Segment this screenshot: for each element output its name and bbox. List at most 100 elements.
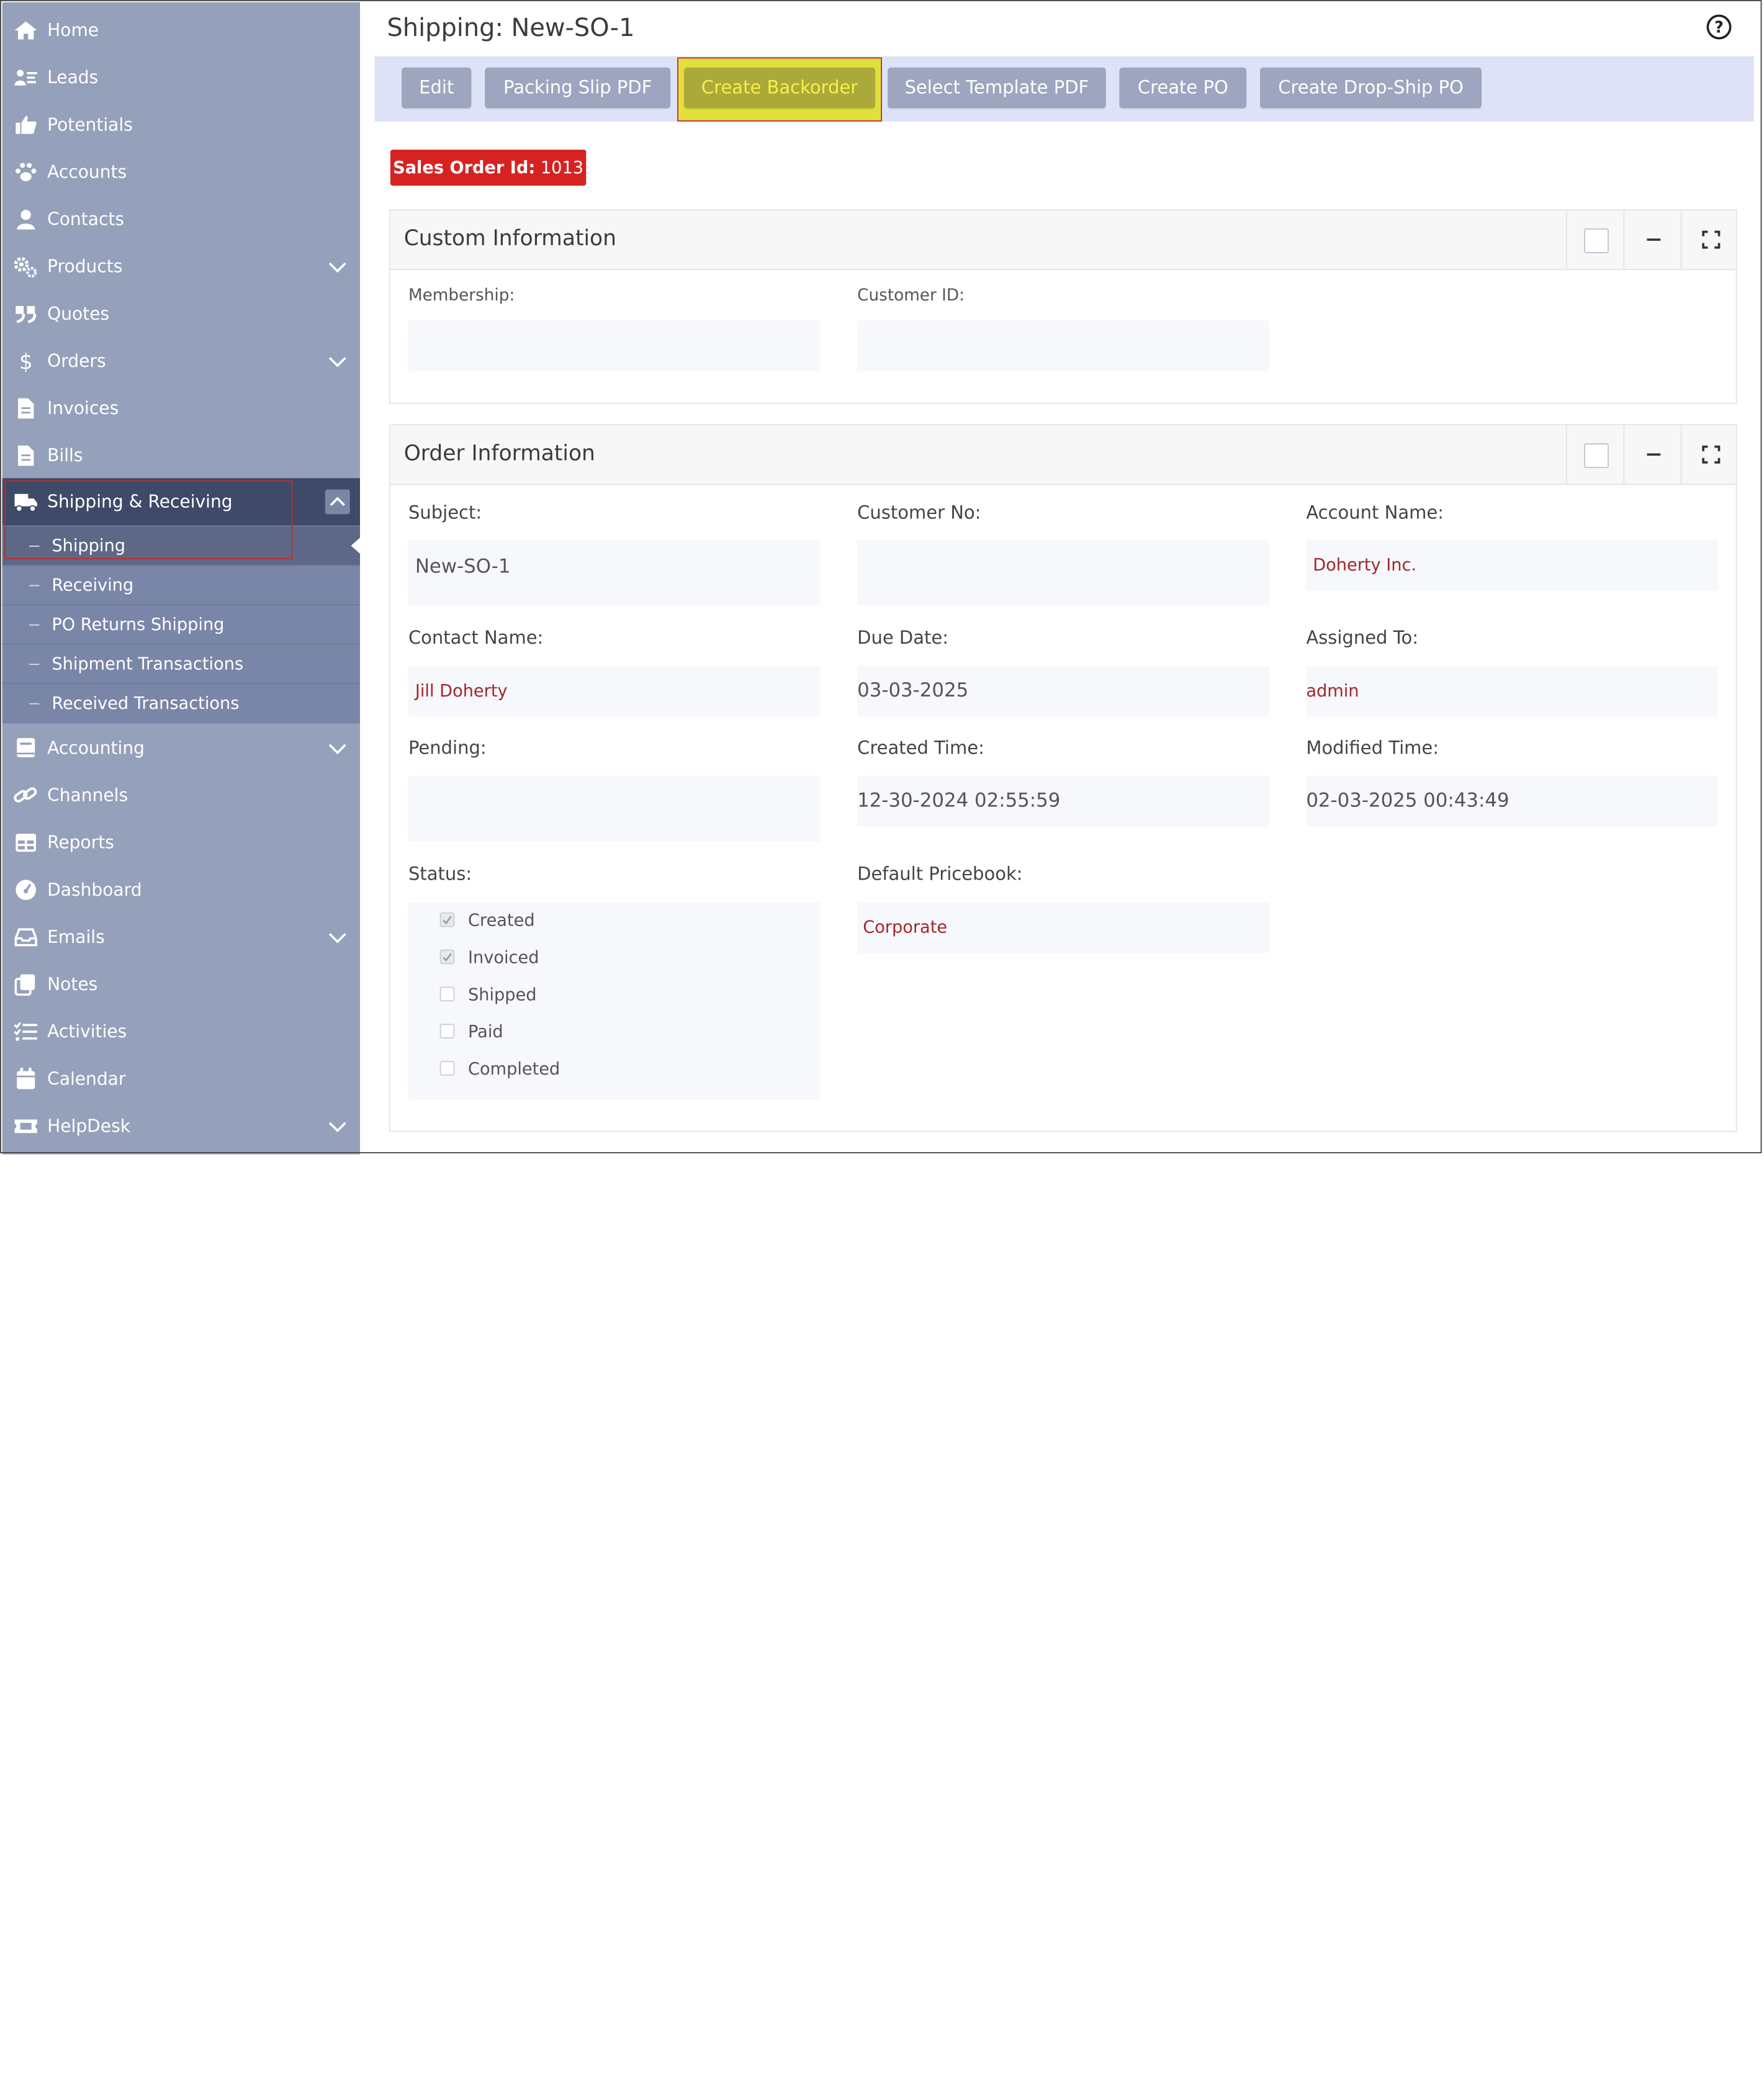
sidebar-item-quotes[interactable]: Quotes bbox=[2, 291, 360, 338]
sidebar-item-invoices[interactable]: Invoices bbox=[2, 385, 360, 432]
calendar-icon bbox=[14, 1068, 38, 1090]
sidebar-item-reports[interactable]: Reports bbox=[2, 819, 360, 867]
badge-label: Sales Order Id: bbox=[393, 157, 536, 178]
customer-no-field[interactable] bbox=[857, 540, 1269, 606]
default-pricebook-link[interactable]: Corporate bbox=[863, 903, 947, 953]
chevron-down-icon[interactable] bbox=[327, 353, 348, 369]
default-pricebook-field[interactable]: Corporate bbox=[857, 902, 1269, 953]
panel-header: Custom Information bbox=[390, 210, 1736, 270]
sidebar-item-activities[interactable]: Activities bbox=[2, 1008, 360, 1055]
create-po-button[interactable]: Create PO bbox=[1119, 67, 1247, 108]
sidebar-item-label: Emails bbox=[47, 927, 105, 948]
modified-time-label: Modified Time: bbox=[1306, 737, 1439, 759]
chevron-up-icon[interactable] bbox=[325, 489, 350, 515]
panel-expand-button[interactable] bbox=[1680, 425, 1739, 484]
divider bbox=[29, 703, 40, 705]
sidebar-item-orders[interactable]: $ Orders bbox=[2, 338, 360, 385]
badge-value: 1013 bbox=[540, 157, 584, 178]
sidebar-item-potentials[interactable]: Potentials bbox=[2, 101, 360, 148]
checkbox[interactable] bbox=[439, 912, 455, 927]
help-circle-icon[interactable]: ? bbox=[1706, 14, 1733, 41]
sidebar-item-home[interactable]: Home bbox=[2, 7, 360, 54]
panel-expand-button[interactable] bbox=[1680, 210, 1739, 269]
sidebar-item-emails[interactable]: Emails bbox=[2, 914, 360, 961]
submenu-item-shipping[interactable]: Shipping bbox=[2, 525, 360, 566]
sidebar-item-contacts[interactable]: Contacts bbox=[2, 196, 360, 243]
custom-information-panel: Custom Information Membership: Customer … bbox=[389, 209, 1737, 404]
page-title: Shipping: New-SO-1 bbox=[387, 14, 635, 43]
thumbs-up-icon bbox=[14, 114, 38, 136]
panel-minimize-button[interactable] bbox=[1623, 425, 1681, 484]
contact-name-field[interactable]: Jill Doherty bbox=[408, 666, 821, 717]
paw-icon bbox=[14, 161, 38, 183]
account-name-link[interactable]: Doherty Inc. bbox=[1313, 540, 1416, 591]
customer-no-label: Customer No: bbox=[857, 502, 981, 523]
checkbox[interactable] bbox=[439, 986, 455, 1002]
sidebar-item-products[interactable]: Products bbox=[2, 243, 360, 291]
sidebar-item-shipping-receiving[interactable]: Shipping & Receiving bbox=[2, 478, 360, 526]
checklist-icon bbox=[14, 1020, 38, 1043]
sidebar-item-accounting[interactable]: Accounting bbox=[2, 724, 360, 772]
sidebar-item-channels[interactable]: Channels bbox=[2, 772, 360, 819]
quote-icon bbox=[14, 303, 38, 325]
modified-time-field: 02-03-2025 00:43:49 bbox=[1306, 776, 1718, 827]
due-date-label: Due Date: bbox=[857, 626, 948, 648]
sidebar-item-label: Products bbox=[47, 256, 123, 277]
sidebar-item-dashboard[interactable]: Dashboard bbox=[2, 867, 360, 914]
packing-slip-pdf-button[interactable]: Packing Slip PDF bbox=[485, 67, 671, 108]
panel-select-checkbox[interactable] bbox=[1566, 425, 1624, 484]
sidebar-item-notes[interactable]: Notes bbox=[2, 961, 360, 1008]
panel-minimize-button[interactable] bbox=[1623, 210, 1681, 269]
panel-select-checkbox[interactable] bbox=[1566, 210, 1624, 269]
membership-field[interactable] bbox=[408, 320, 821, 372]
chevron-down-icon[interactable] bbox=[327, 259, 348, 274]
table-icon bbox=[14, 831, 38, 854]
contact-name-link[interactable]: Jill Doherty bbox=[415, 666, 508, 717]
created-time-field: 12-30-2024 02:55:59 bbox=[857, 776, 1269, 827]
account-name-field[interactable]: Doherty Inc. bbox=[1306, 540, 1718, 591]
sidebar-item-label: Leads bbox=[47, 67, 99, 88]
sidebar-item-bills[interactable]: Bills bbox=[2, 432, 360, 479]
sidebar-item-helpdesk[interactable]: HelpDesk bbox=[2, 1102, 360, 1150]
checkbox[interactable] bbox=[439, 1061, 455, 1076]
pending-field[interactable] bbox=[408, 776, 821, 842]
chevron-down-icon[interactable] bbox=[327, 929, 348, 945]
file-icon bbox=[14, 444, 38, 467]
file-icon bbox=[14, 397, 38, 420]
submenu-item-po-returns-shipping[interactable]: PO Returns Shipping bbox=[2, 604, 360, 644]
sidebar-item-label: Channels bbox=[47, 785, 128, 806]
sidebar-item-label: Notes bbox=[47, 974, 98, 995]
customer-id-field[interactable] bbox=[857, 320, 1269, 372]
divider bbox=[29, 585, 40, 587]
assigned-to-link[interactable]: admin bbox=[1306, 666, 1359, 717]
checkbox-icon bbox=[1584, 228, 1609, 253]
sidebar-item-accounts[interactable]: Accounts bbox=[2, 148, 360, 196]
chevron-down-icon[interactable] bbox=[327, 1119, 348, 1134]
due-date-field[interactable]: 03-03-2025 bbox=[857, 666, 1269, 717]
home-icon bbox=[14, 19, 38, 42]
leads-icon bbox=[14, 66, 38, 89]
pending-label: Pending: bbox=[408, 737, 487, 759]
assigned-to-field[interactable]: admin bbox=[1306, 666, 1718, 717]
select-template-pdf-button[interactable]: Select Template PDF bbox=[888, 67, 1106, 108]
create-backorder-button[interactable]: Create Backorder bbox=[684, 67, 876, 108]
submenu-item-received-transactions[interactable]: Received Transactions bbox=[2, 683, 360, 723]
checkbox[interactable] bbox=[439, 949, 455, 965]
create-drop-ship-po-button[interactable]: Create Drop-Ship PO bbox=[1260, 67, 1482, 108]
sidebar-item-label: Bills bbox=[47, 445, 83, 466]
main-content: Shipping: New-SO-1 ? Edit Packing Slip P… bbox=[362, 0, 1764, 1155]
chevron-down-icon[interactable] bbox=[327, 741, 348, 756]
checkbox[interactable] bbox=[439, 1024, 455, 1038]
submenu-item-label: Shipping bbox=[52, 535, 125, 556]
sidebar-item-leads[interactable]: Leads bbox=[2, 54, 360, 101]
inbox-icon bbox=[14, 926, 38, 948]
checkbox-icon bbox=[1584, 443, 1609, 468]
panel-title: Order Information bbox=[403, 441, 595, 466]
submenu-item-label: Receiving bbox=[52, 575, 134, 595]
sidebar-item-label: Home bbox=[47, 20, 99, 41]
submenu-item-shipment-transactions[interactable]: Shipment Transactions bbox=[2, 643, 360, 684]
subject-field[interactable]: New-SO-1 bbox=[408, 540, 821, 606]
edit-button[interactable]: Edit bbox=[402, 67, 472, 108]
submenu-item-receiving[interactable]: Receiving bbox=[2, 564, 360, 605]
sidebar-item-calendar[interactable]: Calendar bbox=[2, 1055, 360, 1102]
